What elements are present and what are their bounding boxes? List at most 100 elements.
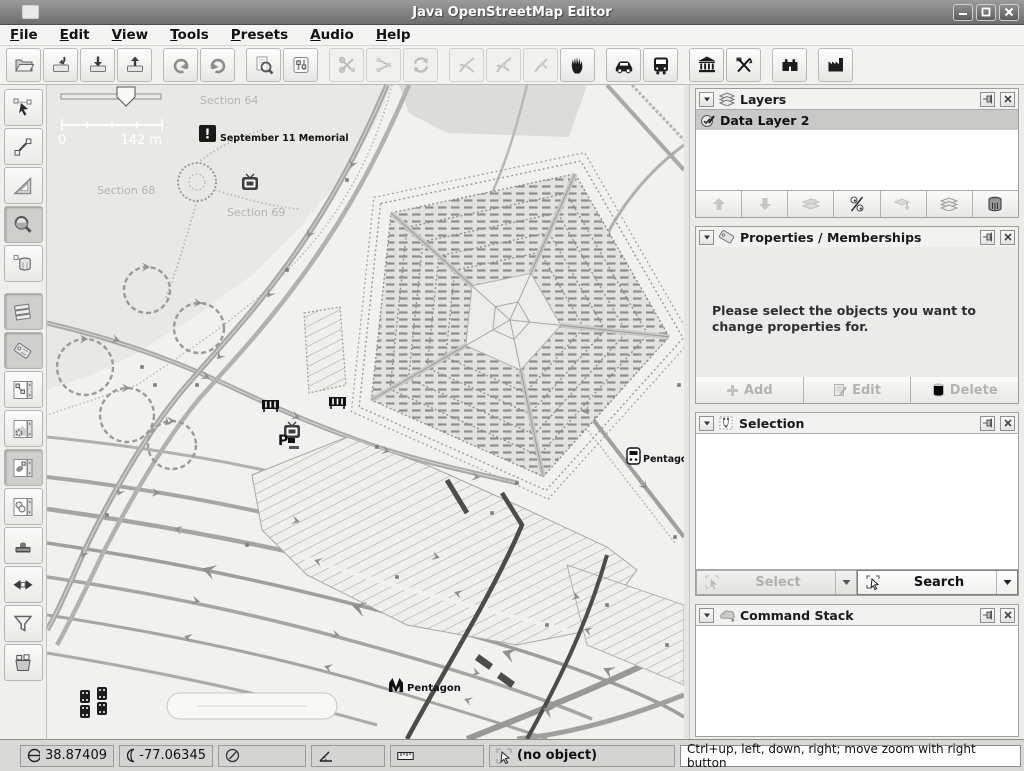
save-icon: [50, 54, 72, 76]
move-layer-up-button[interactable]: [696, 191, 741, 217]
search-button[interactable]: Search: [857, 570, 1018, 595]
trash-icon: [987, 196, 1003, 213]
changeset-bucket-icon: [11, 651, 35, 675]
command-stack-list[interactable]: [696, 625, 1018, 736]
selection-collapse-button[interactable]: [699, 416, 714, 431]
preset-factory-button[interactable]: [818, 48, 853, 82]
minimize-button[interactable]: [953, 4, 973, 21]
measure-tool[interactable]: [4, 167, 43, 204]
zoom-tool[interactable]: [4, 206, 43, 243]
close-icon: [1004, 419, 1012, 427]
selection-pin-button[interactable]: [980, 416, 995, 431]
edit-button[interactable]: Edit: [803, 377, 911, 403]
undo-button[interactable]: [163, 48, 198, 82]
layer-row[interactable]: Data Layer 2: [696, 110, 1018, 130]
layers-list[interactable]: Data Layer 2: [696, 109, 1018, 191]
node-list-icon: [11, 378, 35, 402]
relation-list-toggle[interactable]: [4, 488, 43, 525]
factory-icon: [825, 54, 847, 76]
menu-audio[interactable]: Audio: [310, 27, 365, 43]
draw-node-tool[interactable]: [4, 128, 43, 165]
layers-pin-button[interactable]: [980, 92, 995, 107]
changeset-panel-toggle[interactable]: [4, 644, 43, 681]
select-button[interactable]: Select: [696, 570, 857, 595]
castle-icon: [779, 54, 801, 76]
filter-panel-toggle[interactable]: [4, 605, 43, 642]
search-dropdown[interactable]: [996, 571, 1017, 594]
command-stack-panel: Command Stack: [695, 604, 1019, 737]
merge-layer-down-button[interactable]: [880, 191, 926, 217]
command-stack-pin-button[interactable]: [980, 608, 995, 623]
map-canvas[interactable]: Section 64 Section 68 Section 69 ! Septe…: [47, 85, 684, 739]
properties-empty-message: Please select the objects you want to ch…: [696, 247, 1018, 336]
select-tool[interactable]: [4, 89, 43, 126]
history-panel-toggle[interactable]: [4, 527, 43, 564]
command-stack-close-button[interactable]: [1000, 608, 1015, 623]
hand-icon: [567, 54, 589, 76]
menu-tools[interactable]: Tools: [170, 27, 220, 43]
map-view[interactable]: Section 64 Section 68 Section 69 ! Septe…: [47, 85, 683, 739]
panel-splitter[interactable]: [683, 85, 690, 739]
redo-button[interactable]: [200, 48, 235, 82]
activate-layer-button[interactable]: [787, 191, 833, 217]
select-dropdown[interactable]: [835, 571, 856, 594]
status-help-text: Ctrl+up, left, down, right; move zoom wi…: [680, 745, 1021, 767]
download-button[interactable]: [80, 48, 115, 82]
update-data-button[interactable]: [403, 48, 438, 82]
selection-list[interactable]: [696, 433, 1018, 570]
move-layer-down-button[interactable]: [741, 191, 787, 217]
command-stack-collapse-button[interactable]: [699, 608, 714, 623]
delete-layer-button[interactable]: [972, 191, 1018, 217]
join-node-way-button[interactable]: [523, 48, 558, 82]
section-68-label: Section 68: [97, 184, 155, 197]
history-stamp-icon: [11, 534, 35, 558]
pan-hand-button[interactable]: [560, 48, 595, 82]
save-button[interactable]: [43, 48, 78, 82]
zoom-slider-track[interactable]: [61, 94, 161, 99]
merge-ways-button[interactable]: [486, 48, 521, 82]
preset-car-button[interactable]: [606, 48, 641, 82]
selection-close-button[interactable]: [1000, 416, 1015, 431]
tag-icon: [719, 230, 735, 244]
pin-icon: [983, 232, 993, 242]
menu-presets[interactable]: Presets: [231, 27, 299, 43]
split-way-button[interactable]: [329, 48, 364, 82]
conflict-panel-toggle[interactable]: [4, 566, 43, 603]
menu-edit[interactable]: Edit: [60, 27, 101, 43]
download-area-button[interactable]: [246, 48, 281, 82]
delete-tool[interactable]: [4, 245, 43, 282]
add-button[interactable]: Add: [696, 377, 803, 403]
select-cursor-icon: [11, 96, 35, 120]
layers-panel-toggle[interactable]: [4, 293, 43, 330]
combine-way-button[interactable]: [366, 48, 401, 82]
preset-restaurant-button[interactable]: [726, 48, 761, 82]
open-button[interactable]: [6, 48, 41, 82]
upload-button[interactable]: [117, 48, 152, 82]
menu-file[interactable]: File: [10, 27, 49, 43]
duplicate-layer-button[interactable]: [926, 191, 972, 217]
bus-icon: [650, 54, 672, 76]
layers-collapse-button[interactable]: [699, 92, 714, 107]
properties-pin-button[interactable]: [980, 230, 995, 245]
menu-view[interactable]: View: [112, 27, 159, 43]
delete-button[interactable]: Delete: [910, 377, 1018, 403]
preset-castle-button[interactable]: [772, 48, 807, 82]
menu-help[interactable]: Help: [376, 27, 422, 43]
tags-panel-toggle[interactable]: [4, 332, 43, 369]
map-styles-panel-toggle[interactable]: [4, 410, 43, 447]
warning-glyph: !: [205, 128, 211, 143]
preferences-button[interactable]: [283, 48, 318, 82]
show-hide-layer-button[interactable]: [833, 191, 879, 217]
pin-icon: [983, 418, 993, 428]
preset-museum-button[interactable]: [689, 48, 724, 82]
close-button[interactable]: [999, 4, 1019, 21]
relations-panel-toggle[interactable]: [4, 371, 43, 408]
properties-close-button[interactable]: [1000, 230, 1015, 245]
unglue-ways-button[interactable]: [449, 48, 484, 82]
properties-collapse-button[interactable]: [699, 230, 714, 245]
selection-panel-toggle[interactable]: [4, 449, 43, 486]
preset-bus-button[interactable]: [643, 48, 678, 82]
layers-close-button[interactable]: [1000, 92, 1015, 107]
selection-panel-title: Selection: [739, 416, 975, 431]
maximize-button[interactable]: [976, 4, 996, 21]
